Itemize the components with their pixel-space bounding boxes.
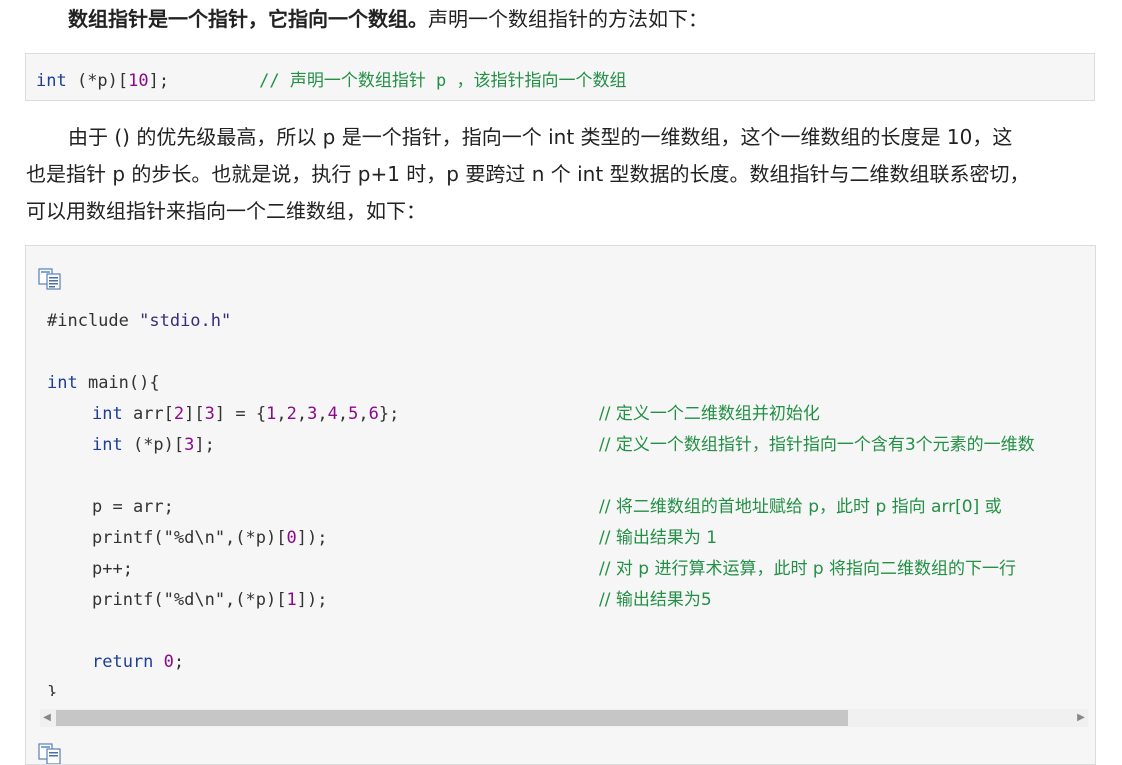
code-line-include: #include "stdio.h"	[47, 306, 231, 337]
code-line-printf-0: printf("%d\n",(*p)[0]); // 输出结果为 1	[47, 523, 717, 554]
number-literal: 6	[368, 404, 379, 424]
declaration-text: (*p)[	[66, 71, 129, 91]
return-keyword: return	[92, 652, 154, 672]
arrow-left-icon[interactable]: ◀	[40, 709, 54, 727]
code-line-increment: p++; // 对 p 进行算术运算，此时 p 将指向二维数组的下一行	[47, 554, 1016, 585]
number-literal: 5	[348, 404, 359, 424]
explanation-line-1: 由于 () 的优先级最高，所以 p 是一个指针，指向一个 int 类型的一维数组…	[68, 125, 1013, 149]
code-comment: // 定义一个二维数组并初始化	[599, 404, 820, 424]
intro-rest: 声明一个数组指针的方法如下：	[428, 7, 708, 31]
number-literal: 3	[204, 404, 215, 424]
code-line-ptr: int (*p)[3]; // 定义一个数组指针，指针指向一个含有3个元素的一维…	[47, 430, 1035, 461]
code-text: };	[378, 404, 400, 424]
explanation-paragraph: 由于 () 的优先级最高，所以 p 是一个指针，指向一个 int 类型的一维数组…	[26, 119, 1098, 230]
code-line-arr: int arr[2][3] = {1,2,3,4,5,6}; // 定义一个二维…	[92, 404, 820, 424]
int-keyword: int	[92, 435, 123, 455]
code-line-main: int main(){	[47, 368, 160, 399]
code-text: ];	[194, 435, 215, 455]
code-text: p++;	[92, 559, 133, 579]
code-comment: // 对 p 进行算术运算，此时 p 将指向二维数组的下一行	[599, 559, 1017, 579]
number-literal: 1	[286, 590, 297, 610]
code-text: printf("%d\n",(*p)[	[92, 528, 287, 548]
array-size: 10	[128, 71, 149, 91]
number-literal: 2	[173, 404, 185, 424]
code-line-return: return 0;	[47, 647, 184, 678]
declaration-code-box: int (*p)[10]; // 声明一个数组指针 p ，该指针指向一个数组	[25, 53, 1095, 101]
code-line-close: }	[47, 678, 108, 696]
number-literal: 3	[307, 404, 318, 424]
copy-code-icon[interactable]	[38, 743, 62, 765]
code-comment: // 输出结果为5	[599, 590, 712, 610]
code-text: ][	[184, 404, 205, 424]
number-literal: 4	[327, 404, 338, 424]
scrollbar-thumb[interactable]	[56, 710, 848, 726]
intro-bold: 数组指针是一个指针，它指向一个数组。	[68, 7, 428, 31]
code-text: ;	[173, 652, 185, 672]
code-text: p = arr;	[92, 497, 174, 517]
number-literal: 0	[286, 528, 297, 548]
code-line-printf-1: printf("%d\n",(*p)[1]); // 输出结果为5	[47, 585, 712, 616]
code-line-assign: p = arr; // 将二维数组的首地址赋给 p，此时 p 指向 arr[0]…	[47, 492, 1002, 523]
code-lines: #include "stdio.h" int main(){ int arr[2…	[47, 306, 1095, 696]
code-text: (*p)[	[122, 435, 185, 455]
explanation-line-2: 也是指针 p 的步长。也就是说，执行 p+1 时，p 要跨过 n 个 int 型…	[26, 162, 1030, 186]
include-file: "stdio.h"	[128, 311, 232, 331]
code-comment: // 定义一个数组指针，指针指向一个含有3个元素的一维数	[599, 435, 1035, 455]
code-text: ] = {	[214, 404, 267, 424]
main-signature: main(){	[77, 373, 160, 393]
copy-code-icon[interactable]	[38, 268, 62, 290]
explanation-line-3: 可以用数组指针来指向一个二维数组，如下：	[26, 199, 426, 223]
intro-paragraph: 数组指针是一个指针，它指向一个数组。声明一个数组指针的方法如下：	[26, 1, 1098, 38]
declaration-end: ];	[148, 71, 170, 91]
example-code-block: #include "stdio.h" int main(){ int arr[2…	[25, 245, 1096, 765]
include-directive: #include	[47, 311, 129, 331]
code-text: ]);	[296, 528, 328, 548]
code-text: }	[47, 683, 58, 696]
code-comment: // 输出结果为 1	[599, 528, 718, 548]
number-literal: 0	[153, 652, 174, 672]
code-comment: // 将二维数组的首地址赋给 p，此时 p 指向 arr[0] 或	[599, 497, 1002, 517]
declaration-code-line: int (*p)[10]; // 声明一个数组指针 p ，该指针指向一个数组	[36, 66, 627, 91]
horizontal-scrollbar[interactable]: ◀ ▶	[40, 709, 1088, 727]
int-keyword: int	[36, 71, 67, 91]
code-text: ]);	[296, 590, 328, 610]
number-literal: 2	[286, 404, 297, 424]
code-text: arr[	[122, 404, 174, 424]
int-keyword: int	[92, 404, 123, 424]
code-text: printf("%d\n",(*p)[	[92, 590, 287, 610]
number-literal: 1	[266, 404, 277, 424]
number-literal: 3	[184, 435, 195, 455]
int-keyword: int	[47, 373, 78, 393]
declaration-comment: // 声明一个数组指针 p ，该指针指向一个数组	[259, 71, 627, 91]
arrow-right-icon[interactable]: ▶	[1074, 709, 1088, 727]
